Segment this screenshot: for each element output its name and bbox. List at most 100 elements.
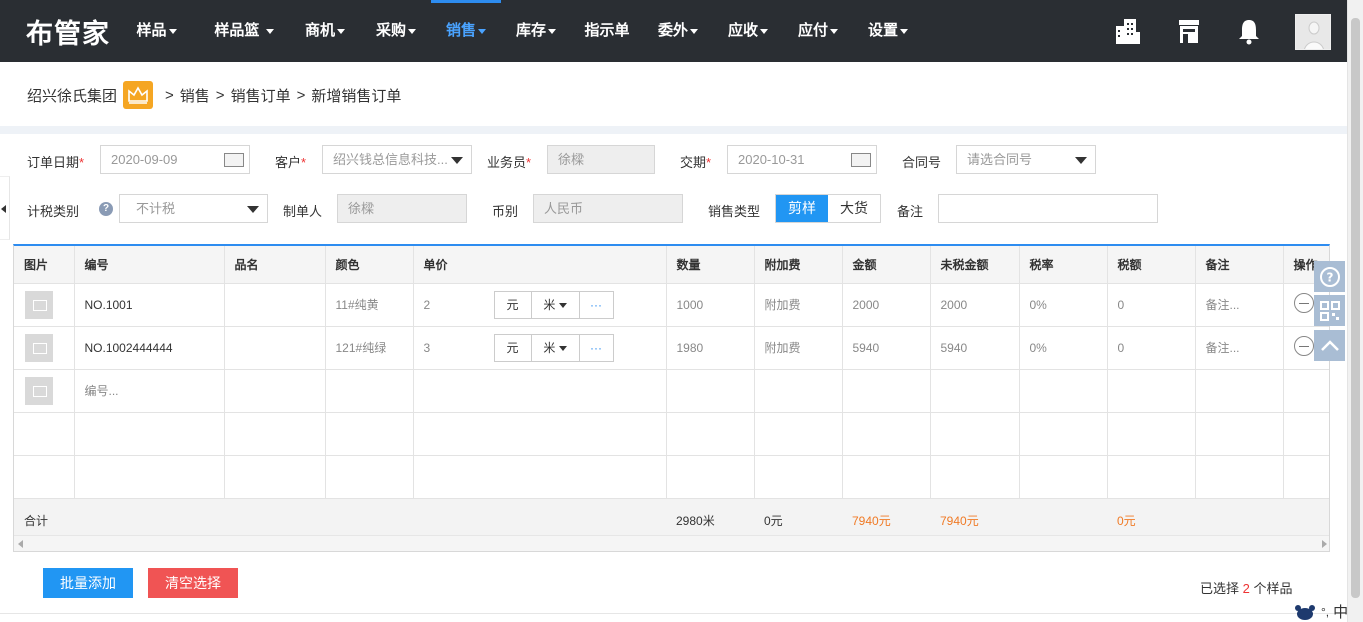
page-scrollbar[interactable] — [1347, 0, 1363, 622]
selected-count: 2 — [1242, 581, 1250, 596]
more-button[interactable]: ··· — [580, 335, 613, 361]
app-logo[interactable]: 布管家 — [26, 12, 110, 51]
crown-icon — [123, 81, 154, 109]
selection-info: 已选择 2 个样品 — [1200, 581, 1293, 596]
nav-settings[interactable]: 设置 — [853, 0, 923, 62]
contract-select[interactable]: 请选合同号 — [956, 145, 1096, 174]
breadcrumb-sales[interactable]: 销售 — [180, 85, 210, 106]
calendar-icon[interactable] — [224, 153, 244, 167]
cell-amount: 2000 — [842, 283, 931, 327]
nav-samples[interactable]: 样品 — [124, 0, 189, 62]
help-icon[interactable]: ? — [99, 202, 113, 216]
nav-inventory[interactable]: 库存 — [501, 0, 571, 62]
sale-type-bulk[interactable]: 大货 — [828, 195, 880, 222]
cell-extra[interactable]: 附加费 — [754, 283, 843, 327]
breadcrumb: 绍兴徐氏集团 > 销售 > 销售订单 > 新增销售订单 — [27, 80, 401, 110]
cell-name[interactable] — [224, 283, 326, 327]
cell-remark[interactable]: 备注... — [1195, 283, 1284, 327]
breadcrumb-sales-order[interactable]: 销售订单 — [231, 85, 291, 106]
remark-label: 备注 — [897, 204, 924, 219]
remark-input[interactable] — [938, 194, 1158, 223]
store-icon[interactable] — [1174, 16, 1204, 46]
footer-divider — [0, 613, 1347, 614]
cell-name[interactable] — [224, 326, 326, 370]
maker-field: 徐樑 — [337, 194, 467, 223]
table-row[interactable]: NO.1001 11#纯黄 2 元 米 ··· 1000 附加费 2000 20… — [14, 283, 1329, 327]
new-code-input[interactable]: 编号... — [74, 369, 225, 413]
nav-payable[interactable]: 应付 — [783, 0, 853, 62]
length-unit-select[interactable]: 米 — [532, 334, 580, 361]
more-button[interactable]: ··· — [580, 292, 613, 318]
avatar[interactable] — [1295, 14, 1331, 50]
sale-type-sample[interactable]: 剪样 — [776, 195, 828, 222]
building-icon[interactable] — [1112, 16, 1142, 46]
chevron-down-icon — [451, 157, 463, 164]
cell-color[interactable]: 121#纯绿 — [325, 326, 414, 370]
bell-icon[interactable] — [1234, 16, 1264, 46]
remove-row-icon[interactable] — [1293, 293, 1314, 313]
breadcrumb-company[interactable]: 绍兴徐氏集团 — [27, 85, 117, 106]
currency-unit[interactable]: 元 — [495, 291, 532, 318]
nav-sales[interactable]: 销售 — [431, 0, 501, 62]
image-placeholder-icon[interactable] — [25, 333, 53, 362]
ime-indicator[interactable]: °, 中 — [1293, 601, 1348, 622]
back-to-top-button[interactable] — [1314, 330, 1345, 361]
nav-instruction[interactable]: 指示单 — [571, 0, 643, 62]
nav-opportunities[interactable]: 商机 — [289, 0, 361, 62]
qrcode-float-button[interactable] — [1314, 295, 1345, 326]
remove-row-icon[interactable] — [1293, 336, 1314, 356]
cell-amount: 5940 — [842, 326, 931, 370]
help-float-button[interactable]: ? — [1314, 261, 1345, 292]
nav-sample-basket[interactable]: 样品篮 — [189, 0, 289, 62]
cell-remark[interactable]: 备注... — [1195, 326, 1284, 370]
calendar-icon[interactable] — [851, 153, 871, 167]
svg-text:?: ? — [1326, 270, 1333, 284]
scrollbar-thumb[interactable] — [1351, 18, 1360, 598]
table-row-empty — [14, 412, 1329, 456]
question-icon: ? — [1319, 266, 1340, 287]
nav-purchase[interactable]: 采购 — [361, 0, 431, 62]
order-items-table: 图片 编号 品名 颜色 单价 数量 附加费 金额 未税金额 税率 税额 备注 操… — [14, 246, 1329, 543]
customer-select[interactable]: 绍兴钱总信息科技... — [322, 145, 472, 174]
delivery-date-input[interactable]: 2020-10-31 — [727, 145, 877, 174]
chevron-down-icon — [408, 28, 416, 34]
length-unit-select[interactable]: 米 — [532, 291, 580, 318]
tax-type-select[interactable]: 不计税 — [119, 194, 268, 223]
col-header: 金额 — [842, 246, 931, 284]
clear-selection-button[interactable]: 清空选择 — [148, 568, 238, 598]
batch-add-button[interactable]: 批量添加 — [43, 568, 133, 598]
col-header: 备注 — [1195, 246, 1284, 284]
cell-rate[interactable]: 0% — [1019, 326, 1108, 370]
cell-code[interactable]: NO.1001 — [74, 283, 225, 327]
image-placeholder-icon[interactable] — [25, 376, 53, 405]
nav-receivable[interactable]: 应收 — [713, 0, 783, 62]
currency-unit[interactable]: 元 — [495, 334, 532, 361]
chevron-down-icon — [1075, 157, 1087, 164]
table-row-empty — [14, 455, 1329, 499]
cell-code[interactable]: NO.1002444444 — [74, 326, 225, 370]
maker-label: 制单人 — [283, 204, 323, 219]
nav-outsource[interactable]: 委外 — [643, 0, 713, 62]
section-divider — [0, 126, 1347, 134]
col-header: 品名 — [224, 246, 326, 284]
col-header: 附加费 — [754, 246, 843, 284]
cell-rate[interactable]: 0% — [1019, 283, 1108, 327]
salesman-label: 业务员* — [487, 155, 532, 170]
col-header: 图片 — [14, 246, 75, 284]
col-header: 未税金额 — [930, 246, 1020, 284]
order-date-input[interactable]: 2020-09-09 — [100, 145, 250, 174]
cell-qty[interactable]: 1000 — [666, 283, 755, 327]
table-row-new[interactable]: 编号... — [14, 369, 1329, 413]
sidebar-toggle[interactable] — [0, 176, 10, 240]
top-navbar: 布管家 样品 样品篮 商机 采购 销售 库存 指示单 委外 应收 应付 设置 — [0, 0, 1347, 62]
cell-extra[interactable]: 附加费 — [754, 326, 843, 370]
image-placeholder-icon[interactable] — [25, 290, 53, 319]
sale-type-toggle: 剪样 大货 — [775, 194, 881, 223]
cell-price[interactable]: 3 元 米 ··· — [413, 326, 667, 370]
cell-color[interactable]: 11#纯黄 — [325, 283, 414, 327]
cell-qty[interactable]: 1980 — [666, 326, 755, 370]
table-row[interactable]: NO.1002444444 121#纯绿 3 元 米 ··· 1980 附加费 … — [14, 326, 1329, 370]
cell-price[interactable]: 2 元 米 ··· — [413, 283, 667, 327]
grid-horizontal-scrollbar[interactable] — [14, 535, 1329, 551]
chevron-down-icon — [478, 28, 486, 34]
